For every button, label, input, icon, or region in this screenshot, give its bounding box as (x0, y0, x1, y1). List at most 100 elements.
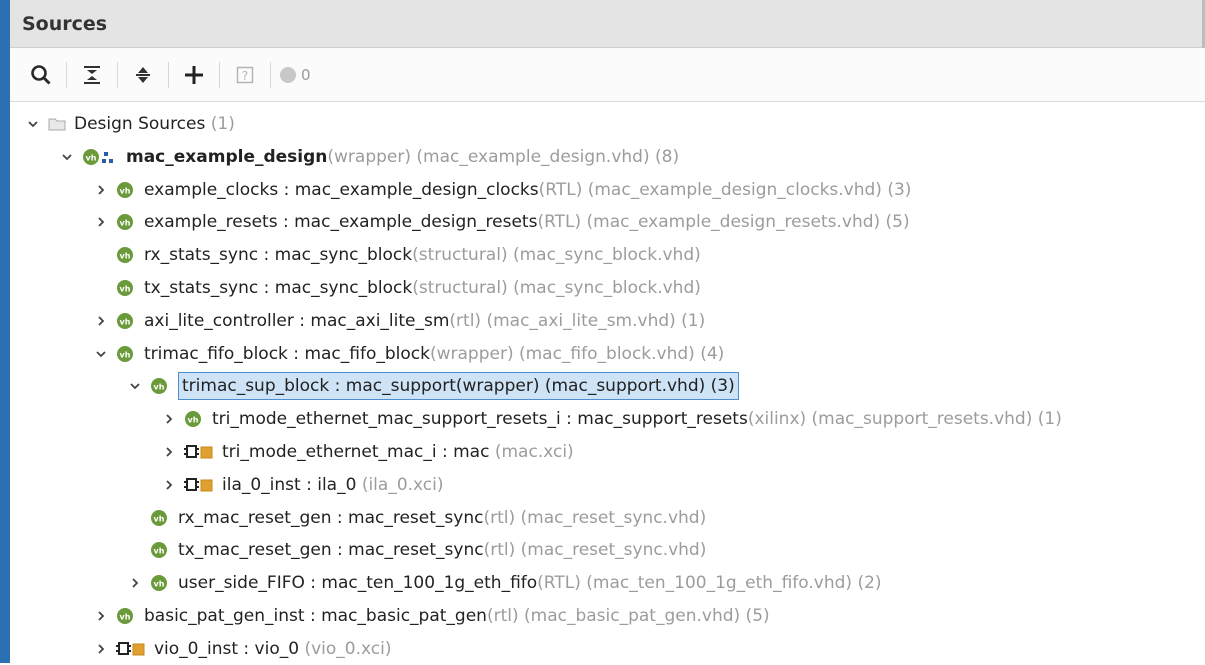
tree-node-label: tx_mac_reset_gen : mac_reset_sync(rtl) (… (178, 540, 706, 560)
svg-text:vh: vh (120, 186, 131, 195)
panel-header: Sources (10, 0, 1205, 48)
collapse-all-button[interactable] (75, 58, 109, 92)
svg-text:?: ? (242, 69, 248, 83)
tree-row[interactable]: vh rx_stats_sync : mac_sync_block(structu… (92, 239, 701, 271)
tree-node-name: tri_mode_ethernet_mac_support_resets_i :… (212, 409, 748, 430)
toolbar-separator (168, 61, 169, 88)
tree-row[interactable]: vio_0_inst : vio_0 (vio_0.xci) (92, 633, 391, 665)
tree-node-label: tri_mode_ethernet_mac_i : mac (mac.xci) (222, 442, 574, 462)
tree-node-label: tx_stats_sync : mac_sync_block(structura… (144, 278, 701, 298)
tree-row[interactable]: vh axi_lite_controller : mac_axi_lite_sm(… (92, 305, 705, 337)
help-icon: ? (236, 66, 254, 83)
sources-panel: Sources ? 0 Design Sources (1) vh mac_ex… (10, 0, 1205, 663)
tree-node-label: example_resets : mac_example_design_rese… (144, 212, 910, 232)
help-button[interactable]: ? (228, 58, 262, 92)
tree-node-details: (RTL) (mac_example_design_resets.vhd) (5… (537, 212, 910, 233)
chevron-right-icon[interactable] (160, 413, 178, 425)
svg-text:vh: vh (120, 219, 131, 228)
vhdl-file-icon: vh (150, 377, 170, 395)
ip-core-icon (184, 443, 214, 461)
expand-all-button[interactable] (126, 58, 160, 92)
tree-row[interactable]: vh trimac_fifo_block : mac_fifo_block(wra… (92, 338, 724, 370)
chevron-right-icon[interactable] (92, 610, 110, 622)
tree-row[interactable]: vh example_resets : mac_example_design_re… (92, 206, 910, 238)
add-sources-button[interactable] (177, 58, 211, 92)
tree-row[interactable]: Design Sources (1) (24, 108, 235, 140)
tree-node-name: basic_pat_gen_inst : mac_basic_pat_gen (144, 606, 487, 626)
tree-node-details: (mac.xci) (489, 442, 574, 462)
chevron-down-icon[interactable] (24, 118, 42, 130)
tree-node-label: rx_stats_sync : mac_sync_block(structura… (144, 245, 701, 265)
vhdl-file-icon: vh (150, 541, 170, 559)
tree-node-details: (wrapper) (mac_fifo_block.vhd) (4) (429, 343, 725, 364)
chevron-right-icon[interactable] (160, 479, 178, 491)
chevron-down-icon[interactable] (92, 348, 110, 360)
tree-node-label: tri_mode_ethernet_mac_support_resets_i :… (212, 409, 1062, 429)
chevron-down-icon[interactable] (58, 151, 76, 163)
add-sources-icon (185, 65, 203, 84)
search-button[interactable] (24, 58, 58, 92)
tree-row[interactable]: vh tri_mode_ethernet_mac_support_resets_i… (160, 403, 1062, 435)
tree-node-name: trimac_sup_block : mac_support (182, 376, 456, 397)
tree-row[interactable]: vh example_clocks : mac_example_design_cl… (92, 174, 911, 206)
chevron-right-icon[interactable] (160, 446, 178, 458)
tree-node-label: basic_pat_gen_inst : mac_basic_pat_gen(r… (144, 606, 770, 626)
folder-icon (48, 116, 66, 132)
svg-text:vh: vh (120, 317, 131, 326)
tree-row[interactable]: ila_0_inst : ila_0 (ila_0.xci) (160, 469, 444, 501)
tree-node-label: user_side_FIFO : mac_ten_100_1g_eth_fifo… (178, 573, 882, 593)
vhdl-file-icon: vh (116, 345, 136, 363)
ip-core-icon (184, 476, 214, 494)
svg-text:vh: vh (86, 153, 97, 162)
tree-node-name: user_side_FIFO : mac_ten_100_1g_eth_fifo (178, 573, 538, 594)
chevron-right-icon[interactable] (92, 216, 110, 228)
tree-node-name: rx_mac_reset_gen : mac_reset_sync (178, 507, 484, 528)
vhdl-file-icon: vh (116, 181, 136, 199)
sources-toolbar: ? 0 (10, 48, 1205, 102)
tree-node-details: (rtl) (mac_reset_sync.vhd) (483, 540, 707, 561)
svg-text:vh: vh (188, 416, 199, 425)
svg-text:vh: vh (120, 350, 131, 359)
panel-title: Sources (22, 12, 108, 35)
tree-row[interactable]: vh tx_stats_sync : mac_sync_block(structu… (92, 272, 701, 304)
status-indicator[interactable]: 0 (279, 58, 315, 92)
tree-node-details: (rtl) (mac_reset_sync.vhd) (483, 507, 707, 528)
tree-node-details: (vio_0.xci) (299, 638, 392, 659)
tree-node-label: mac_example_design(wrapper) (mac_example… (126, 147, 679, 167)
tree-node-name: tri_mode_ethernet_mac_i : mac (222, 442, 490, 462)
chevron-right-icon[interactable] (92, 643, 110, 655)
svg-text:vh: vh (154, 383, 165, 392)
tree-node-label: example_clocks : mac_example_design_cloc… (144, 180, 911, 200)
tree-node-details: (structural) (mac_sync_block.vhd) (412, 278, 701, 298)
tree-row[interactable]: vh tx_mac_reset_gen : mac_reset_sync(rtl)… (126, 534, 706, 566)
chevron-down-icon[interactable] (126, 380, 144, 392)
vhdl-file-icon: vh (116, 607, 136, 625)
vhdl-file-icon: vh (184, 410, 204, 428)
tree-row[interactable]: vh mac_example_design(wrapper) (mac_examp… (58, 141, 679, 173)
tree-node-details: (RTL) (mac_ten_100_1g_eth_fifo.vhd) (2) (537, 573, 882, 594)
chevron-right-icon[interactable] (126, 577, 144, 589)
tree-node-details: (structural) (mac_sync_block.vhd) (412, 245, 701, 266)
tree-node-details: (ila_0.xci) (356, 474, 444, 495)
svg-text:vh: vh (120, 613, 131, 622)
tree-node-details: (wrapper) (mac_support.vhd) (3) (455, 376, 735, 397)
tree-node-label: ila_0_inst : ila_0 (ila_0.xci) (222, 475, 444, 495)
tree-row[interactable]: vh trimac_sup_block : mac_support (wrapper… (126, 370, 739, 402)
status-count: 0 (301, 65, 311, 84)
vhdl-hierarchy-icon: vh (82, 148, 118, 166)
tree-node-name: example_resets : mac_example_design_rese… (144, 212, 538, 233)
svg-text:vh: vh (154, 580, 165, 589)
tree-node-label: Design Sources (1) (74, 114, 235, 134)
tree-row[interactable]: vh basic_pat_gen_inst : mac_basic_pat_gen… (92, 600, 770, 632)
chevron-right-icon[interactable] (92, 315, 110, 327)
tree-node-name: mac_example_design (126, 146, 328, 167)
search-icon (31, 64, 51, 85)
svg-text:vh: vh (154, 514, 165, 523)
tree-row[interactable]: vh rx_mac_reset_gen : mac_reset_sync(rtl)… (126, 502, 706, 534)
chevron-right-icon[interactable] (92, 184, 110, 196)
toolbar-separator (270, 61, 271, 88)
tree-row[interactable]: vh user_side_FIFO : mac_ten_100_1g_eth_fi… (126, 567, 882, 599)
vhdl-file-icon: vh (150, 574, 170, 592)
tree-row[interactable]: tri_mode_ethernet_mac_i : mac (mac.xci) (160, 436, 574, 468)
tree-node-details: (xilinx) (mac_support_resets.vhd) (1) (747, 409, 1062, 430)
